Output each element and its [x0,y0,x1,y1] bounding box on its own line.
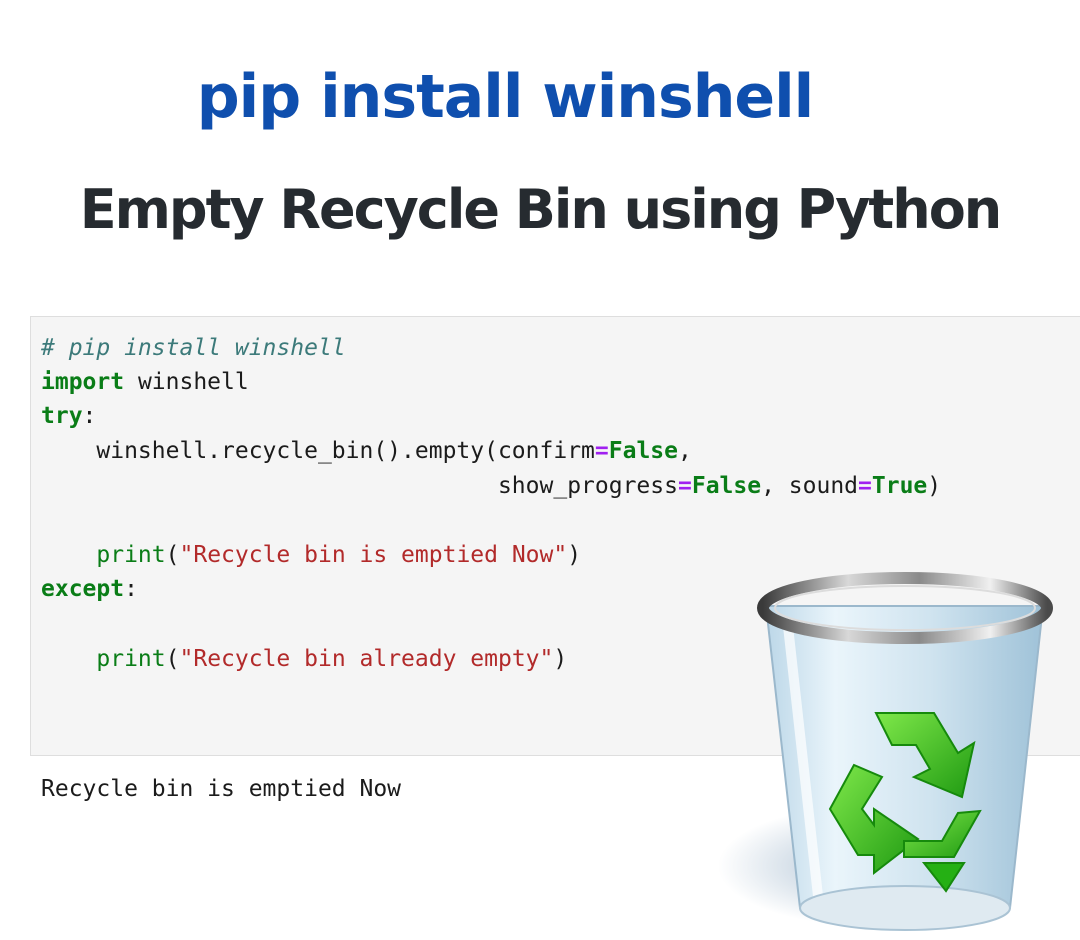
code-line-try: try: [41,399,96,433]
const-false: False [691,473,762,499]
operator-eq: = [677,473,692,499]
code-line-empty-call: winshell.recycle_bin().empty(confirm=Fal… [41,434,692,468]
code-comment: # pip install winshell [41,335,346,361]
code-line-comment: # pip install winshell [41,331,346,365]
keyword-except: except [41,576,125,602]
open-paren: ( [165,646,180,672]
code-line-except: except: [41,572,138,606]
code-line-import: import winshell [41,365,249,399]
function-print: print [96,646,166,672]
close-paren: ) [553,646,568,672]
comma: , [678,438,692,464]
close-paren: ) [927,473,942,499]
keyword-import: import [41,369,125,395]
code-output: Recycle bin is emptied Now [41,776,402,802]
code-line-print-emptied: print("Recycle bin is emptied Now") [41,538,581,572]
code-line-args: show_progress=False, sound=True) [41,469,941,503]
page-subtitle: Empty Recycle Bin using Python [79,178,1002,241]
arg-sound: , sound [761,473,859,499]
const-true: True [871,473,928,499]
page-title: pip install winshell [196,62,815,132]
code-line-print-already: print("Recycle bin already empty") [41,642,567,676]
recycle-bin-icon [718,556,1080,936]
close-paren: ) [567,542,582,568]
keyword-try: try [41,403,83,429]
const-false: False [608,438,678,464]
except-colon: : [124,576,138,602]
string-literal: "Recycle bin is emptied Now" [179,542,568,568]
operator-eq: = [594,438,609,464]
empty-call: winshell.recycle_bin().empty(confirm [41,438,595,464]
open-paren: ( [165,542,180,568]
function-print: print [96,542,166,568]
operator-eq: = [858,473,872,499]
arg-show-progress: show_progress [41,473,678,499]
module-name: winshell [124,369,249,395]
string-literal: "Recycle bin already empty" [179,646,554,672]
try-colon: : [82,403,97,429]
